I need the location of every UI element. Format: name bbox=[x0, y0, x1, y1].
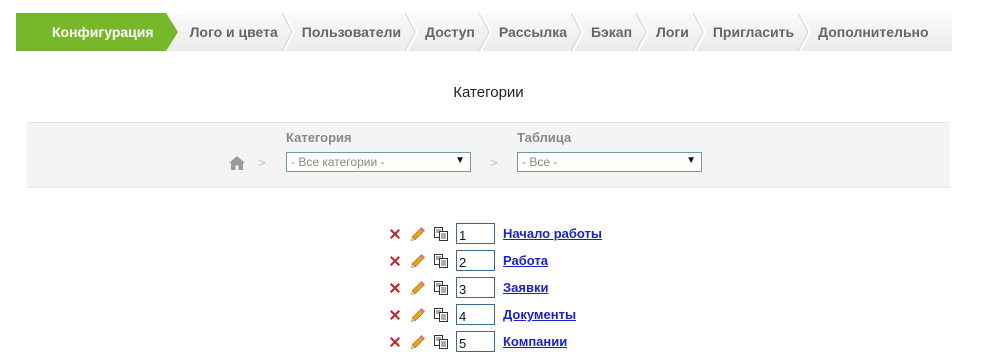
copy-icon[interactable] bbox=[433, 226, 449, 242]
pencil-icon[interactable] bbox=[410, 253, 426, 269]
breadcrumb-separator: > bbox=[490, 155, 498, 170]
pencil-icon[interactable] bbox=[410, 280, 426, 296]
tab-access[interactable]: Доступ bbox=[413, 13, 492, 51]
category-link[interactable]: Компании bbox=[503, 334, 567, 349]
tab-label: Лого и цвета bbox=[189, 24, 278, 40]
tab-label: Дополнительно bbox=[818, 24, 929, 40]
tab-label: Пользователи bbox=[301, 24, 402, 40]
tab-additional[interactable]: Дополнительно bbox=[806, 13, 940, 51]
tab-label: Конфигурация bbox=[52, 24, 154, 40]
copy-icon[interactable] bbox=[433, 334, 449, 350]
category-link[interactable]: Начало работы bbox=[503, 226, 602, 241]
breadcrumb-separator: > bbox=[258, 155, 266, 170]
list-item: Работа bbox=[387, 247, 602, 274]
delete-icon[interactable] bbox=[387, 253, 403, 269]
dropdown-arrow-icon: ▼ bbox=[686, 155, 696, 166]
order-input[interactable] bbox=[456, 250, 495, 271]
list-item: Начало работы bbox=[387, 220, 602, 247]
pencil-icon[interactable] bbox=[410, 334, 426, 350]
list-item: Документы bbox=[387, 301, 602, 328]
order-input[interactable] bbox=[456, 223, 495, 244]
tab-configuration[interactable]: Конфигурация bbox=[16, 13, 178, 51]
tab-logo-colors[interactable]: Лого и цвета bbox=[178, 13, 295, 51]
category-select-value: - Все категории - bbox=[291, 155, 385, 169]
order-input[interactable] bbox=[456, 304, 495, 325]
order-input[interactable] bbox=[456, 277, 495, 298]
delete-icon[interactable] bbox=[387, 307, 403, 323]
delete-icon[interactable] bbox=[387, 280, 403, 296]
pencil-icon[interactable] bbox=[410, 226, 426, 242]
table-label: Таблица bbox=[517, 130, 572, 145]
tab-invite[interactable]: Пригласить bbox=[701, 13, 812, 51]
category-select[interactable]: - Все категории - ▼ bbox=[286, 152, 471, 172]
category-link[interactable]: Документы bbox=[503, 307, 576, 322]
pencil-icon[interactable] bbox=[410, 307, 426, 323]
table-select-value: - Все - bbox=[522, 155, 558, 169]
tab-label: Бэкап bbox=[590, 24, 633, 40]
dropdown-arrow-icon: ▼ bbox=[455, 155, 465, 166]
copy-icon[interactable] bbox=[433, 307, 449, 323]
category-link[interactable]: Работа bbox=[503, 253, 548, 268]
tab-backup[interactable]: Бэкап bbox=[579, 13, 650, 51]
tab-mailing[interactable]: Рассылка bbox=[487, 13, 585, 51]
category-link[interactable]: Заявки bbox=[503, 280, 548, 295]
category-filter-panel: > Категория - Все категории - ▼ > Таблиц… bbox=[27, 122, 950, 188]
category-label: Категория bbox=[286, 130, 352, 145]
copy-icon[interactable] bbox=[433, 253, 449, 269]
list-item: Компании bbox=[387, 328, 602, 355]
delete-icon[interactable] bbox=[387, 226, 403, 242]
tab-label: Пригласить bbox=[712, 24, 795, 40]
tab-label: Рассылка bbox=[498, 24, 567, 40]
list-item: Заявки bbox=[387, 274, 602, 301]
tab-label: Доступ bbox=[425, 24, 475, 40]
page-title: Категории bbox=[453, 84, 524, 101]
tab-logs[interactable]: Логи bbox=[644, 13, 706, 51]
delete-icon[interactable] bbox=[387, 334, 403, 350]
settings-tab-bar: Конфигурация Лого и цвета Пользователи Д… bbox=[16, 13, 952, 51]
table-select[interactable]: - Все - ▼ bbox=[517, 152, 702, 172]
home-icon[interactable] bbox=[228, 155, 246, 171]
tab-label: Логи bbox=[656, 24, 689, 40]
copy-icon[interactable] bbox=[433, 280, 449, 296]
category-list: Начало работы Работа Заявки Документы Ко… bbox=[387, 220, 602, 355]
order-input[interactable] bbox=[456, 331, 495, 352]
tab-users[interactable]: Пользователи bbox=[290, 13, 419, 51]
